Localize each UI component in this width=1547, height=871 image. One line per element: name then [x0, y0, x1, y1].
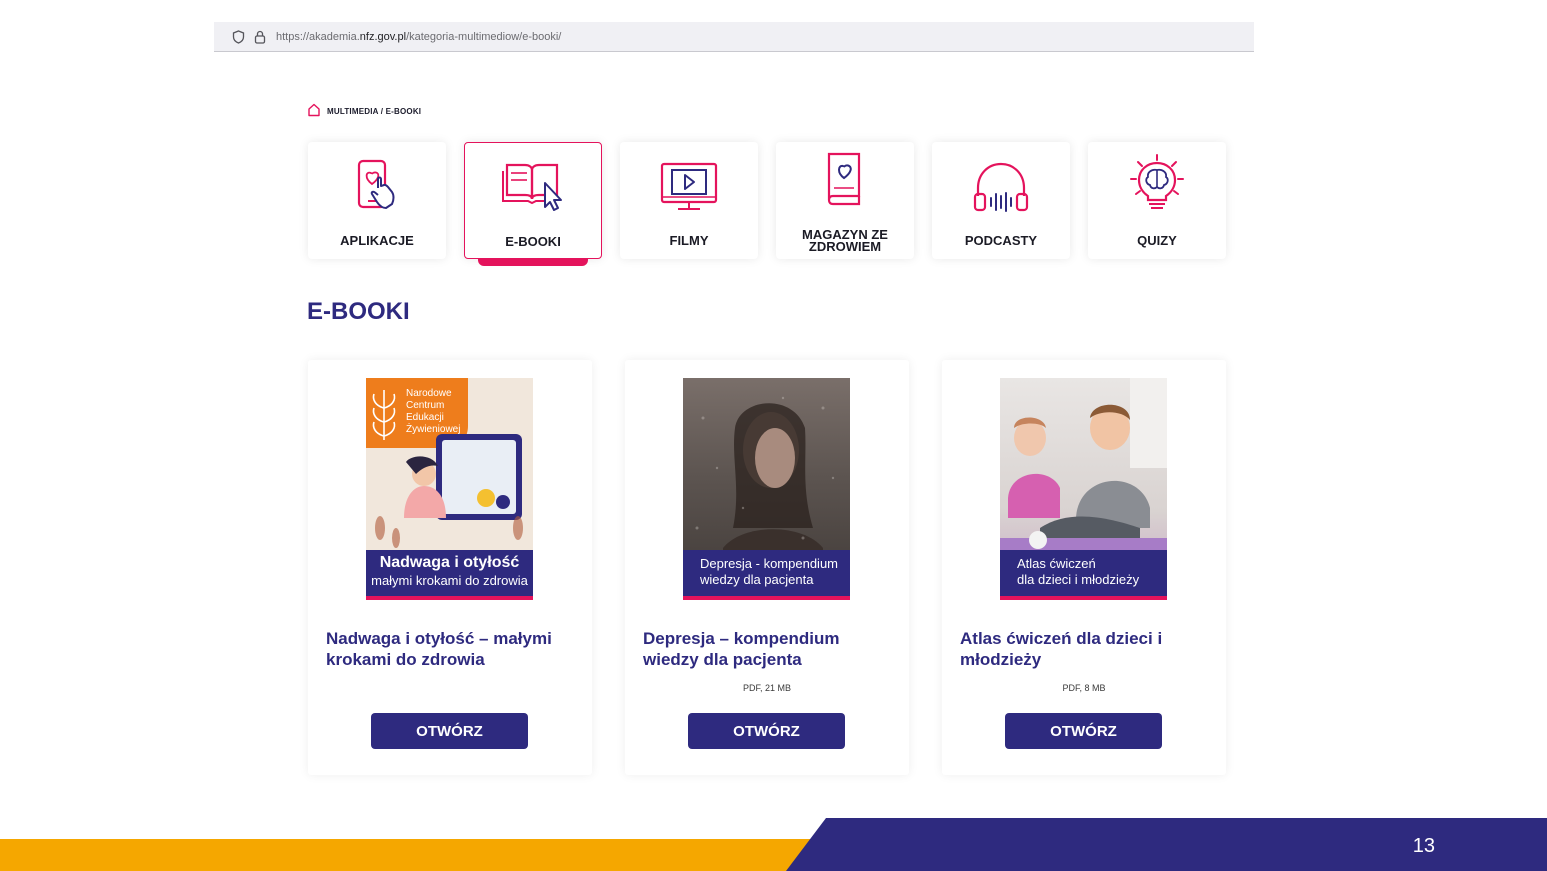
ebook-title[interactable]: Depresja – kompendium wiedzy dla pacjent…: [643, 628, 893, 670]
ebook-cover-image[interactable]: Narodowe Centrum Edukacji Żywieniowej Na…: [366, 378, 533, 600]
category-label: FILMY: [669, 233, 709, 248]
cover-title-band: Nadwaga i otyłość małymi krokami do zdro…: [366, 550, 533, 600]
slide-footer-band: [0, 818, 1547, 871]
ebook-meta: PDF, 8 MB: [1062, 683, 1106, 693]
active-category-indicator: [478, 259, 588, 266]
ebook-cover-image[interactable]: Atlas ćwiczeń dla dzieci i młodzieży: [1000, 378, 1167, 600]
category-tile-podcasty[interactable]: PODCASTY: [932, 142, 1070, 259]
slide-number: 13: [1412, 835, 1435, 857]
open-button[interactable]: OTWÓRZ: [688, 713, 845, 749]
category-label: QUIZY: [1137, 233, 1177, 248]
lock-icon: [252, 29, 268, 45]
url-text: https://akademia.nfz.gov.pl/kategoria-mu…: [276, 30, 562, 43]
ebook-card-atlas: Atlas ćwiczeń dla dzieci i młodzieży Atl…: [942, 360, 1226, 775]
home-icon[interactable]: [307, 103, 321, 119]
section-title: E-BOOKI: [307, 298, 410, 325]
monitor-play-icon: [620, 156, 758, 218]
category-tile-filmy[interactable]: FILMY: [620, 142, 758, 259]
breadcrumb: MULTIMEDIA / E-BOOKI: [307, 103, 421, 119]
category-label: PODCASTY: [964, 233, 1038, 248]
ebook-title[interactable]: Nadwaga i otyłość – małymi krokami do zd…: [326, 628, 576, 670]
cover-title-band: Atlas ćwiczeń dla dzieci i młodzieży: [1000, 550, 1167, 600]
category-label: E-BOOKI: [505, 234, 561, 249]
category-tile-aplikacje[interactable]: APLIKACJE: [308, 142, 446, 259]
headphones-icon: [932, 156, 1070, 218]
open-button[interactable]: OTWÓRZ: [371, 713, 528, 749]
lightbulb-brain-icon: [1088, 152, 1226, 214]
cover-title-band: Depresja - kompendium wiedzy dla pacjent…: [683, 550, 850, 600]
ebook-title[interactable]: Atlas ćwiczeń dla dzieci i młodzieży: [960, 628, 1210, 670]
breadcrumb-text[interactable]: MULTIMEDIA / E-BOOKI: [327, 107, 421, 116]
ebook-meta: PDF, 21 MB: [742, 683, 791, 693]
browser-url-bar[interactable]: https://akademia.nfz.gov.pl/kategoria-mu…: [214, 22, 1254, 52]
cover-publisher: Narodowe Centrum Edukacji Żywieniowej: [406, 388, 461, 435]
phone-heart-icon: [308, 156, 446, 218]
ebook-cover-image[interactable]: Depresja - kompendium wiedzy dla pacjent…: [683, 378, 850, 600]
ebook-card-nadwaga: Narodowe Centrum Edukacji Żywieniowej Na…: [308, 360, 592, 775]
book-heart-icon: [776, 150, 914, 212]
book-cursor-icon: [465, 157, 601, 219]
category-tile-magazyn[interactable]: MAGAZYN ZE ZDROWIEM: [776, 142, 914, 259]
ebook-card-depresja: Depresja - kompendium wiedzy dla pacjent…: [625, 360, 909, 775]
open-button[interactable]: OTWÓRZ: [1005, 713, 1162, 749]
category-tile-e-booki[interactable]: E-BOOKI: [464, 142, 602, 259]
category-tile-quizy[interactable]: QUIZY: [1088, 142, 1226, 259]
category-label: APLIKACJE: [340, 233, 414, 248]
shield-icon: [230, 29, 246, 45]
category-label: MAGAZYN ZE ZDROWIEM: [802, 227, 888, 254]
